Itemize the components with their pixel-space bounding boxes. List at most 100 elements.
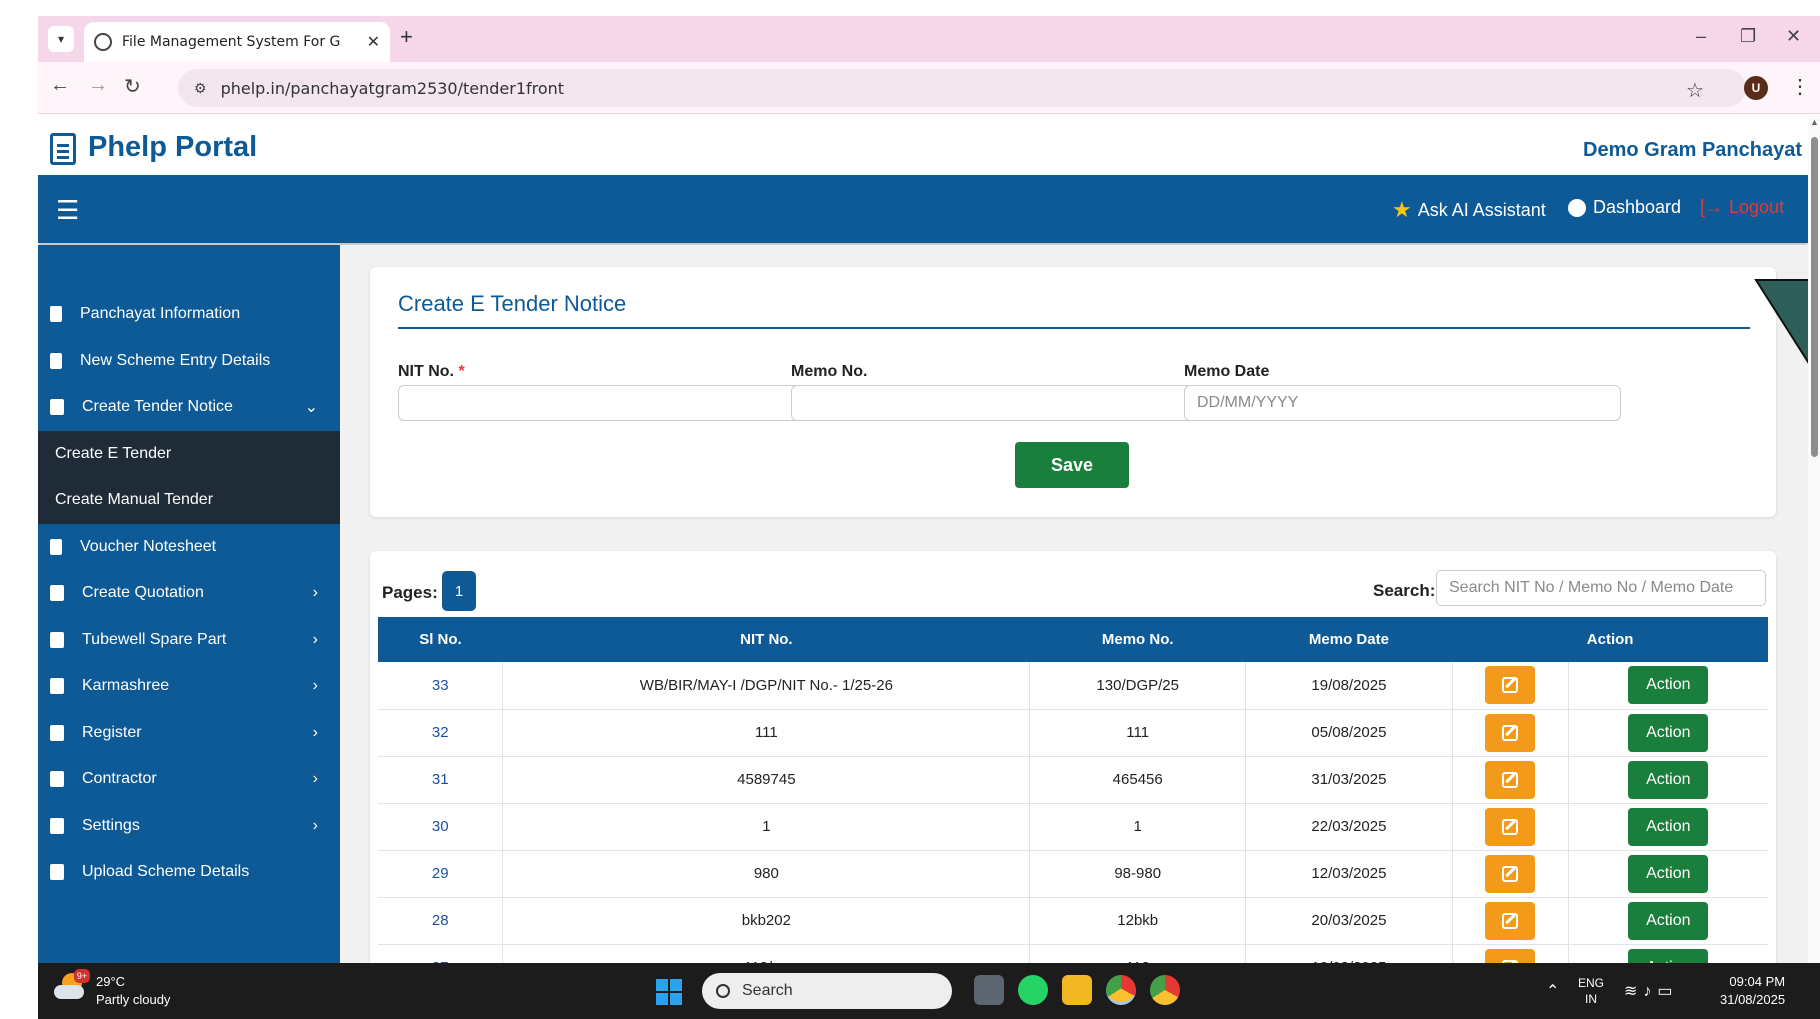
sidebar-subitem-create-e-tender[interactable]: Create E Tender xyxy=(38,430,340,477)
sidebar-item-create-tender-notice[interactable]: Create Tender Notice ⌄ xyxy=(38,384,340,431)
clock-time: 09:04 PM xyxy=(1729,974,1786,989)
column-header-sl[interactable]: Sl No. xyxy=(378,617,503,662)
upload-icon xyxy=(50,864,64,881)
sidebar-item-label: Register xyxy=(82,723,142,741)
cell-sl-no[interactable]: 33 xyxy=(378,662,504,710)
edit-button[interactable] xyxy=(1485,901,1536,940)
scrollbar-thumb[interactable] xyxy=(1811,137,1818,457)
hamburger-menu-icon[interactable]: ☰ xyxy=(56,195,79,226)
cell-sl-no[interactable]: 32 xyxy=(378,709,504,757)
cell-sl-no[interactable]: 31 xyxy=(378,756,504,804)
reload-icon[interactable]: ↻ xyxy=(124,74,141,99)
edit-button[interactable] xyxy=(1485,807,1536,846)
weather-icon[interactable]: 9+ xyxy=(54,969,90,1001)
task-view-icon[interactable] xyxy=(974,975,1004,1005)
action-button[interactable]: Action xyxy=(1628,901,1709,940)
action-button[interactable]: Action xyxy=(1628,854,1709,893)
nit-no-input[interactable] xyxy=(398,385,835,421)
region-code: IN xyxy=(1585,992,1597,1006)
table-row: 33 WB/BIR/MAY-I /DGP/NIT No.- 1/25-26 130/… xyxy=(378,662,1768,710)
memo-no-input[interactable] xyxy=(791,385,1228,421)
cell-action: Action xyxy=(1568,803,1768,851)
system-clock[interactable]: 09:04 PM 31/08/2025 xyxy=(1720,973,1785,1009)
cell-edit xyxy=(1452,850,1569,898)
sidebar-item-contractor[interactable]: Contractor › xyxy=(38,756,340,803)
cell-sl-no[interactable]: 29 xyxy=(378,850,504,898)
sidebar-item-karmashree[interactable]: Karmashree › xyxy=(38,663,340,710)
column-header-nit[interactable]: NIT No. xyxy=(502,617,1030,662)
site-settings-icon[interactable]: ⚙ xyxy=(194,80,207,97)
tab-search-dropdown-icon[interactable]: ▾ xyxy=(48,26,74,52)
system-tray-icons[interactable]: ≋♪▭ xyxy=(1624,981,1679,1001)
profile-avatar[interactable]: U xyxy=(1744,76,1768,100)
browser-tab[interactable]: File Management System For G ✕ xyxy=(84,22,390,62)
sidebar-item-register[interactable]: Register › xyxy=(38,710,340,757)
file-explorer-icon[interactable] xyxy=(1062,975,1092,1005)
bookmark-star-icon[interactable]: ☆ xyxy=(1686,78,1704,103)
restore-icon[interactable]: ❐ xyxy=(1740,26,1756,47)
cell-action: Action xyxy=(1568,756,1768,804)
whatsapp-icon[interactable] xyxy=(1018,975,1048,1005)
screen: ▾ File Management System For G ✕ + – ❐ ✕… xyxy=(38,16,1820,1019)
browser-menu-icon[interactable]: ⋮ xyxy=(1790,74,1810,99)
edit-button[interactable] xyxy=(1485,760,1536,799)
window-close-icon[interactable]: ✕ xyxy=(1786,26,1801,47)
top-navbar: ☰ ★ Ask AI Assistant Dashboard [→ Logout xyxy=(38,175,1808,243)
gear-icon xyxy=(50,817,64,834)
edit-button[interactable] xyxy=(1485,666,1536,705)
minimize-icon[interactable]: – xyxy=(1696,26,1706,47)
page-scrollbar[interactable]: ▲ ▼ xyxy=(1808,115,1820,979)
cell-sl-no[interactable]: 28 xyxy=(378,897,504,945)
file-icon xyxy=(50,538,62,555)
tab-close-icon[interactable]: ✕ xyxy=(367,32,380,52)
action-button[interactable]: Action xyxy=(1628,666,1709,705)
sidebar-subitem-create-manual-tender[interactable]: Create Manual Tender xyxy=(38,477,340,524)
edit-icon xyxy=(1502,677,1519,694)
cell-memo-date: 19/08/2025 xyxy=(1245,662,1453,710)
memo-date-input[interactable] xyxy=(1184,385,1621,421)
save-button[interactable]: Save xyxy=(1015,442,1129,488)
column-header-memo[interactable]: Memo No. xyxy=(1029,617,1246,662)
sidebar-item-tubewell-spare-part[interactable]: Tubewell Spare Part › xyxy=(38,617,340,664)
taskbar-search[interactable]: Search xyxy=(702,973,952,1009)
chrome-icon[interactable] xyxy=(1150,975,1180,1005)
logout-link[interactable]: [→ Logout xyxy=(1700,197,1784,218)
page-number-button[interactable]: 1 xyxy=(442,571,476,611)
action-button[interactable]: Action xyxy=(1628,807,1709,846)
back-icon[interactable]: ← xyxy=(50,74,70,97)
cell-sl-no[interactable]: 30 xyxy=(378,803,504,851)
required-marker: * xyxy=(458,363,465,380)
column-header-memo-date[interactable]: Memo Date xyxy=(1245,617,1453,662)
edit-button[interactable] xyxy=(1485,713,1536,752)
sidebar-item-create-quotation[interactable]: Create Quotation › xyxy=(38,570,340,617)
sidebar-item-voucher-notesheet[interactable]: Voucher Notesheet xyxy=(38,524,340,571)
edit-button[interactable] xyxy=(1485,854,1536,893)
weather-temperature: 29°C xyxy=(96,974,126,989)
new-tab-icon[interactable]: + xyxy=(400,24,413,50)
chevron-right-icon: › xyxy=(312,723,318,741)
windows-start-icon[interactable] xyxy=(656,979,682,1005)
sidebar-item-panchayat-information[interactable]: Panchayat Information xyxy=(38,291,340,338)
dashboard-icon xyxy=(1568,198,1586,217)
dashboard-link[interactable]: Dashboard xyxy=(1568,197,1681,218)
chrome-profile-icon[interactable] xyxy=(1106,975,1136,1005)
sidebar-item-new-scheme-entry[interactable]: New Scheme Entry Details xyxy=(38,338,340,385)
forward-icon[interactable]: → xyxy=(88,74,108,97)
search-input[interactable] xyxy=(1436,570,1766,606)
brand-title[interactable]: Phelp Portal xyxy=(88,131,257,164)
scroll-up-icon[interactable]: ▲ xyxy=(1810,117,1819,127)
language-indicator[interactable]: ENG IN xyxy=(1578,975,1604,1007)
sidebar-item-label: Contractor xyxy=(82,770,157,788)
sidebar-item-settings[interactable]: Settings › xyxy=(38,803,340,850)
battery-icon[interactable]: ▭ xyxy=(1657,983,1678,1000)
url-omnibox[interactable]: ⚙ phelp.in/panchayatgram2530/tender1fron… xyxy=(178,69,1746,107)
action-button[interactable]: Action xyxy=(1628,760,1709,799)
memo-no-label: Memo No. xyxy=(791,363,868,380)
action-button[interactable]: Action xyxy=(1628,713,1709,752)
ask-ai-button[interactable]: ★ Ask AI Assistant xyxy=(1392,197,1546,223)
sidebar-item-upload-scheme-details[interactable]: Upload Scheme Details xyxy=(38,849,340,896)
wifi-icon[interactable]: ≋ xyxy=(1624,983,1643,1000)
title-divider xyxy=(398,327,1750,329)
show-hidden-icons-icon[interactable]: ⌃ xyxy=(1546,981,1559,1001)
volume-icon[interactable]: ♪ xyxy=(1643,983,1657,1000)
